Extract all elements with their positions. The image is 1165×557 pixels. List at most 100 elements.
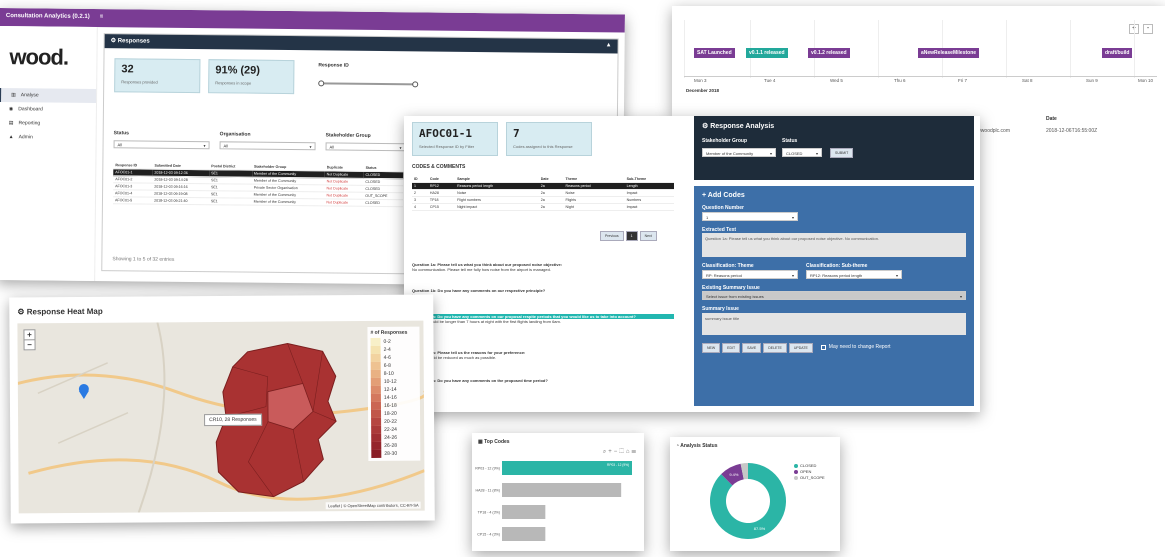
theme-select[interactable]: RP: Reasons period ▾ (702, 269, 798, 279)
legend-rows: 0-2 2-4 4-6 6-8 8-10 10-12 12-14 14-16 16-18 18-2… (370, 337, 418, 458)
edit-button[interactable]: EDIT (722, 342, 741, 353)
prev-page-button[interactable]: Previous (600, 231, 624, 241)
cell: 2a (538, 196, 564, 204)
timeline-event[interactable]: aNewReleaseMilestone (918, 48, 980, 58)
sidebar-item-reporting[interactable]: ▤ Reporting (0, 116, 96, 131)
sidebar-item-admin[interactable]: ▲ Admin (0, 130, 96, 145)
cell: TP18 (427, 196, 456, 204)
filter-organisation-select[interactable]: All ▾ (219, 141, 316, 151)
table-row[interactable]: 4 CP15 Night impact 2a Night Impact (412, 203, 674, 211)
existing-summary-select[interactable]: Select issue from existing issues ▾ (702, 291, 966, 300)
kpi-responses: 32 Responses provided (114, 58, 201, 94)
panel-title: Response Analysis (710, 123, 775, 130)
cell: Not Duplicate (324, 198, 364, 207)
cell: Reasons period (563, 182, 625, 190)
extracted-text-area[interactable]: Question 1a: Please tell us what you thi… (702, 233, 966, 257)
map-marker-pin (78, 390, 89, 399)
filter-stakeholder-label: Stakeholder Group (325, 132, 371, 139)
bar-data-label: RP03 - 12 (9%) (607, 463, 629, 467)
sidebar-item-label: Analyse (20, 92, 39, 99)
map-zoom-in[interactable]: + (24, 330, 35, 341)
update-button[interactable]: UPDATE (788, 342, 813, 353)
zoom-out-button[interactable]: - (1143, 24, 1153, 34)
sidebar: wood. ▥ Analyse ◉ Dashboard ▤ Reporting … (0, 25, 98, 282)
section-title: Responses (117, 38, 150, 45)
slider-label: Response ID (318, 62, 349, 69)
filter-stakeholder-select[interactable]: All ▾ (325, 142, 406, 152)
heat-map-window: ⚙ Response Heat Map + − CR10, 28 Respons… (9, 294, 435, 524)
axis-label: Mon 3 (694, 78, 707, 83)
select-value: RP12: Reasons period length (810, 272, 863, 278)
status-select[interactable]: CLOSED ▾ (782, 148, 822, 157)
select-value: All (117, 142, 123, 148)
bar-category-label: HA28 - 11 (8%) (476, 489, 501, 493)
legend-swatch (794, 463, 798, 468)
slice-label: 9.4% (729, 472, 739, 477)
legend-label: 6-8 (383, 362, 391, 369)
kpi-in-scope: 91% (29) Responses in scope (208, 59, 295, 95)
slider-handle-min[interactable] (318, 80, 325, 87)
response-map[interactable]: + − CR10, 28 Responses # of Responses 0-… (17, 320, 425, 514)
select-value: RP: Reasons period (706, 272, 742, 278)
change-report-checkbox[interactable] (820, 345, 826, 350)
save-button[interactable]: SAVE (742, 342, 762, 353)
legend-swatch (794, 469, 798, 474)
chevron-down-icon: ▾ (791, 214, 794, 220)
subtheme-select[interactable]: RP12: Reasons period length ▾ (806, 269, 902, 279)
chevron-down-icon: ▾ (895, 272, 898, 278)
kpi-label: Responses in scope (215, 80, 252, 86)
legend-item[interactable]: OUT_SCOPE (794, 475, 825, 480)
filter-status-label: Status (113, 130, 130, 137)
cell: 2a (538, 189, 564, 197)
filter-status-select[interactable]: All ▾ (113, 140, 210, 150)
filter-organisation-label: Organisation (219, 131, 251, 138)
slider-handle-max[interactable] (412, 81, 419, 88)
response-id-slider[interactable] (318, 80, 419, 88)
sidebar-item-dashboard[interactable]: ◉ Dashboard (0, 102, 96, 117)
menu-icon[interactable]: ≡ (100, 14, 104, 22)
axis-label: Wed 5 (830, 78, 843, 83)
submit-button[interactable]: SUBMIT (830, 148, 854, 158)
summary-issue-textarea[interactable]: summary issue title (702, 312, 966, 335)
bar-category-label: RP03 - 12 (9%) (475, 467, 500, 471)
cell: SE1 (208, 197, 252, 206)
delete-button[interactable]: DELETE (763, 342, 787, 353)
stakeholder-group-select[interactable]: Member of the Community ▾ (702, 148, 776, 157)
question-number-select[interactable]: 1 ▾ (702, 211, 798, 221)
legend-item[interactable]: CLOSED (794, 463, 825, 468)
cell: Noise (563, 189, 625, 197)
bar[interactable] (502, 505, 546, 519)
answer-text: Flights should be reduced as much as pos… (412, 355, 497, 360)
cell: RP12 (427, 182, 456, 190)
table-row[interactable]: 1 RP12 Reasons period length 2a Reasons peri… (412, 182, 674, 190)
collapse-icon[interactable]: ▲ (606, 42, 612, 50)
legend-swatch (371, 433, 382, 442)
next-page-button[interactable]: Next (639, 231, 657, 241)
legend-swatch (371, 449, 382, 458)
timeline-event[interactable]: v0.1.2 released (808, 48, 850, 58)
page-1-button[interactable]: 1 (625, 231, 638, 241)
timeline-event[interactable]: v0.1.1 released (746, 48, 788, 58)
bar[interactable] (502, 527, 546, 541)
timeline-event[interactable]: SAT Launched (694, 48, 735, 58)
cell: Member of the Community (251, 198, 325, 206)
new-button[interactable]: NEW (702, 342, 721, 353)
sidebar-item-analyse[interactable]: ▥ Analyse (0, 87, 97, 104)
timeline-event[interactable]: draft/build (1102, 48, 1133, 58)
map-zoom-out[interactable]: − (25, 340, 35, 349)
table-row[interactable]: 3 TP18 Flight numbers 2a Flights Numbers (412, 196, 674, 204)
cell: Numbers (624, 196, 674, 204)
section-label: CODES & COMMENTS (412, 164, 466, 170)
sidebar-item-label: Reporting (18, 120, 41, 127)
table-row[interactable]: 2 HA28 Noise 2a Noise Impact (412, 189, 674, 197)
legend-label: 16-18 (383, 402, 397, 409)
settings-icon: ⚙ (702, 123, 709, 130)
chevron-down-icon: ▾ (959, 294, 962, 299)
legend-item[interactable]: OPEN (794, 469, 825, 474)
map-attribution[interactable]: Leaflet | © OpenStreetMap contributors, … (326, 501, 421, 510)
analysis-status-window: ◔ Analysis Status 87.5% 9.4% CLOSED OPEN OU… (670, 437, 840, 551)
bar[interactable] (502, 483, 622, 497)
chart-icon: ▥ (11, 92, 16, 99)
legend-label: 18-20 (384, 410, 397, 417)
question-block-highlighted[interactable]: Question 2a: Do you have any comments on… (412, 314, 674, 324)
